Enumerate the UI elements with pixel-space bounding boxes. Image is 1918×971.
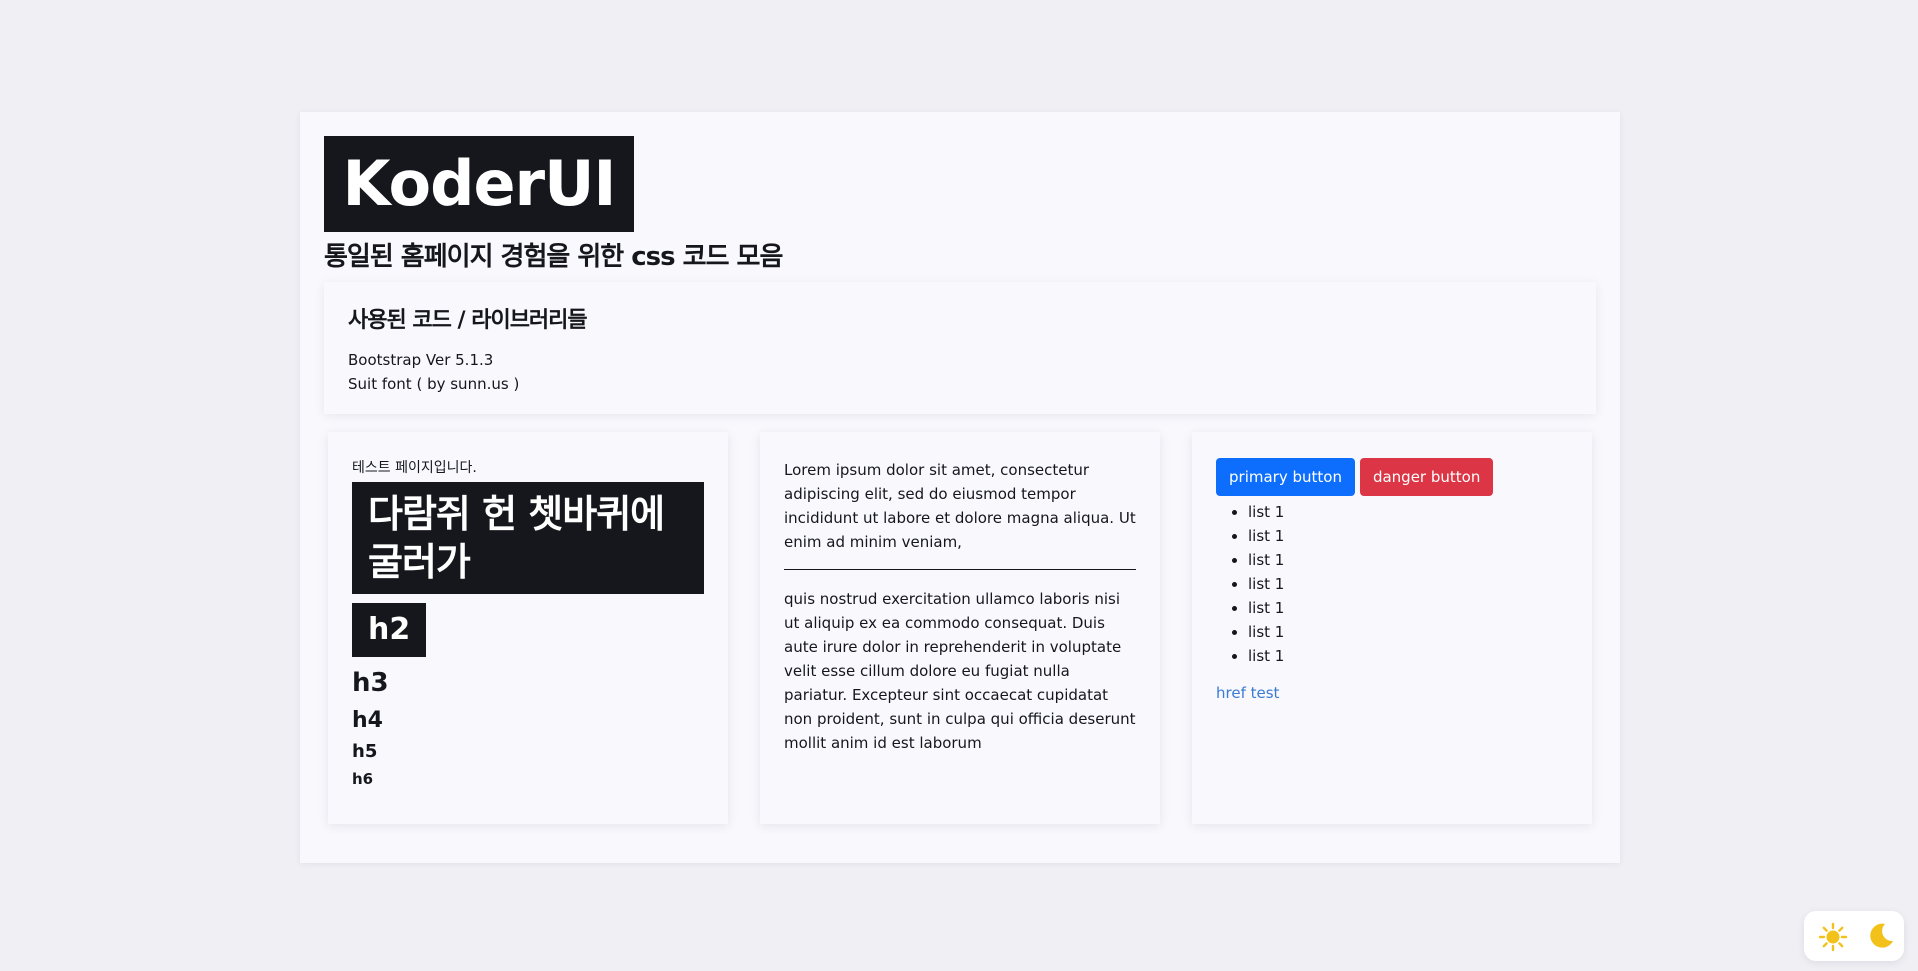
primary-button[interactable]: primary button [1216, 458, 1355, 496]
cards-row: 테스트 페이지입니다. 다람쥐 헌 쳇바퀴에 굴러가 h2 h3 h4 h5 h… [328, 432, 1592, 824]
list-item: list 1 [1248, 500, 1568, 524]
heading-h6: h6 [352, 770, 374, 788]
button-group: primary button danger button [1216, 458, 1568, 496]
sun-icon[interactable] [1818, 922, 1848, 952]
library-item: Suit font ( by sunn.us ) [348, 375, 520, 393]
list-item: list 1 [1248, 644, 1568, 668]
typography-card: 테스트 페이지입니다. 다람쥐 헌 쳇바퀴에 굴러가 h2 h3 h4 h5 h… [328, 432, 728, 824]
bullet-list: list 1 list 1 list 1 list 1 list 1 list … [1216, 500, 1568, 668]
moon-icon[interactable] [1866, 921, 1896, 951]
test-link[interactable]: href test [1216, 684, 1279, 702]
list-item: list 1 [1248, 620, 1568, 644]
heading-h2: h2 [352, 603, 427, 657]
libraries-title: 사용된 코드 / 라이브러리들 [348, 308, 588, 333]
intro-text: 테스트 페이지입니다. [352, 460, 477, 476]
list-item: list 1 [1248, 548, 1568, 572]
heading-h5: h5 [352, 741, 378, 762]
list-item: list 1 [1248, 572, 1568, 596]
paragraph: quis nostrud exercitation ullamco labori… [784, 590, 1136, 752]
list-item: list 1 [1248, 524, 1568, 548]
paragraph: Lorem ipsum dolor sit amet, consectetur … [784, 461, 1136, 551]
text-card: Lorem ipsum dolor sit amet, consectetur … [760, 432, 1160, 824]
heading-h1: 다람쥐 헌 쳇바퀴에 굴러가 [352, 482, 704, 594]
divider [784, 569, 1136, 570]
heading-h3: h3 [352, 668, 389, 698]
main-container: KoderUI 통일된 홈페이지 경험을 위한 css 코드 모음 사용된 코드… [300, 112, 1620, 863]
heading-h4: h4 [352, 708, 383, 733]
libraries-card: 사용된 코드 / 라이브러리들 Bootstrap Ver 5.1.3 Suit… [324, 282, 1596, 414]
page-subtitle: 통일된 홈페이지 경험을 위한 css 코드 모음 [324, 242, 783, 272]
brand-logo: KoderUI [324, 136, 634, 232]
components-card: primary button danger button list 1 list… [1192, 432, 1592, 824]
theme-toggle [1804, 911, 1904, 961]
list-item: list 1 [1248, 596, 1568, 620]
library-item: Bootstrap Ver 5.1.3 [348, 351, 494, 369]
danger-button[interactable]: danger button [1359, 458, 1494, 496]
